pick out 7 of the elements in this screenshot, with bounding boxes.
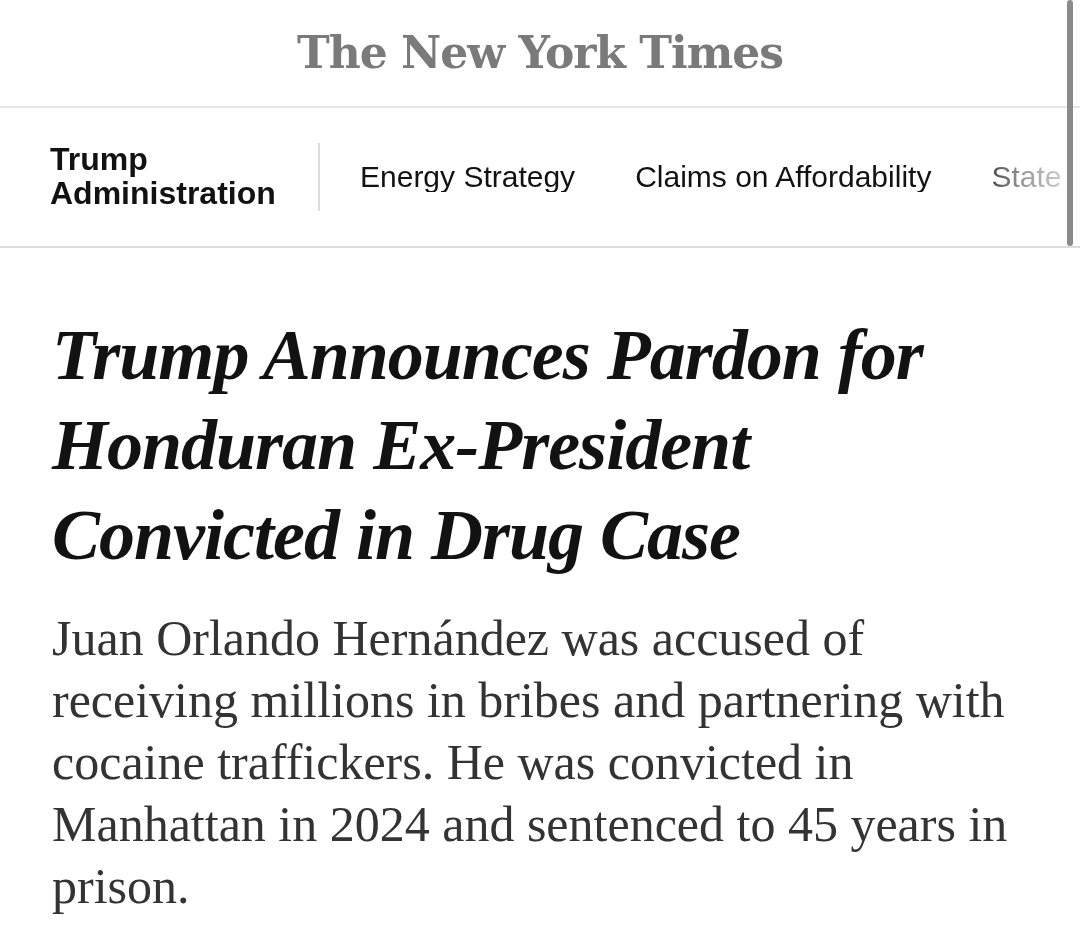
scrollbar-thumb[interactable] xyxy=(1067,0,1073,246)
article-summary: Juan Orlando Hernández was accused of receiving millions in bribes and partnering with cocaine traffickers. He was convicted in Manhattan in 2024 and sentenced to 45 years in prison. xyxy=(52,609,1009,916)
article-headline: Trump Announces Pardon for Honduran Ex-President Convicted in Drug Case xyxy=(52,314,926,577)
nav-link[interactable]: Energy Strategy xyxy=(360,162,576,192)
section-title[interactable]: Trump Administration xyxy=(50,143,290,211)
nav-link[interactable]: Claims on Affordability xyxy=(635,162,932,192)
masthead-logo[interactable]: The New York Times xyxy=(296,31,784,75)
